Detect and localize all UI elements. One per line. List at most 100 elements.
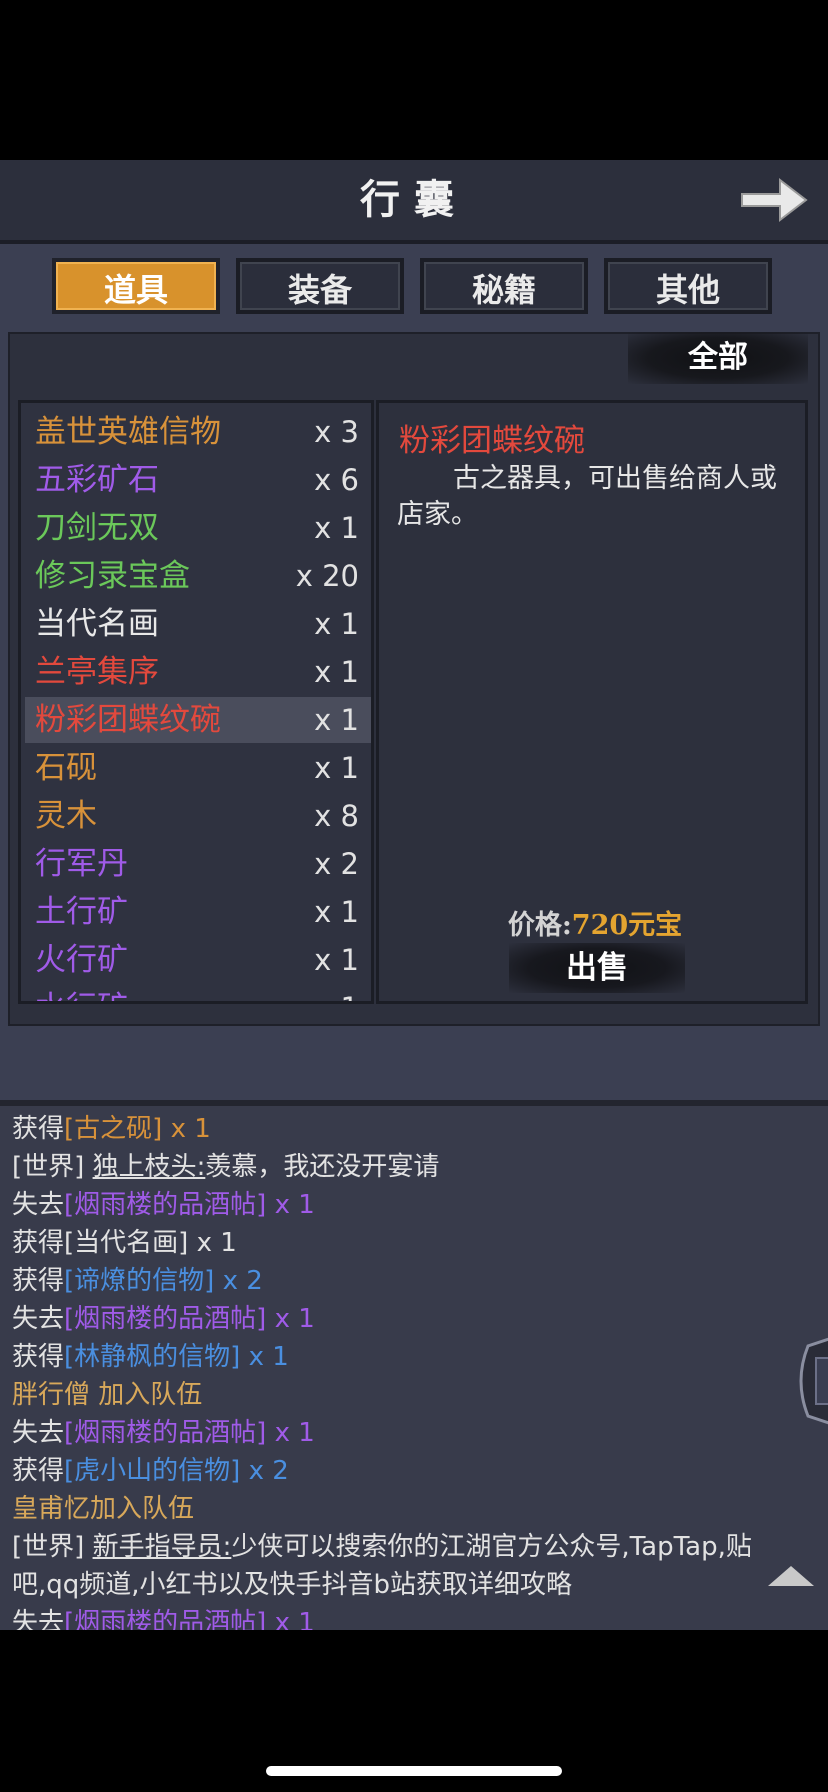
arrow-right-icon[interactable] [736, 168, 812, 232]
screen: 行囊 道具 装备 秘籍 其他 全部 盖世英雄信物 x 3 五彩矿石 x 6 刀剑无双 x … [0, 0, 828, 1792]
log-segment: 失去 [12, 1304, 65, 1334]
log-line: [世界] 独上枝头:羡慕，我还没开宴请 [12, 1148, 439, 1186]
page-title: 行囊 [360, 176, 468, 223]
log-segment: 获得 [12, 1228, 65, 1258]
item-quantity: x 1 [314, 607, 359, 641]
message-log[interactable]: 失去[烟雨楼的品酒帖] x 1 吧,qq频道,小红书以及快手抖音b站获取详细攻略[… [0, 1100, 828, 1630]
log-segment: [烟雨楼的品酒帖] x 1 [64, 1608, 315, 1630]
log-segment: [烟雨楼的品酒帖] x 1 [64, 1418, 315, 1448]
item-name: 五彩矿石 [35, 462, 159, 498]
item-quantity: x 1 [314, 511, 359, 545]
scroll-up-icon[interactable] [766, 1564, 816, 1588]
inventory-item[interactable]: 五彩矿石 x 6 [25, 457, 371, 503]
log-line: 失去[烟雨楼的品酒帖] x 1 [12, 1186, 315, 1224]
inventory-item[interactable]: 水行矿 x 1 [25, 985, 371, 1001]
log-line: 失去[烟雨楼的品酒帖] x 1 [12, 1414, 315, 1452]
log-segment: 失去 [12, 1608, 65, 1630]
item-quantity: x 3 [314, 415, 359, 449]
price-label: 价格: [507, 910, 572, 941]
sell-button[interactable]: 出售 [509, 943, 685, 993]
log-segment: 获得 [12, 1342, 65, 1372]
inventory-item[interactable]: 灵木 x 8 [25, 793, 371, 839]
inventory-item[interactable]: 火行矿 x 1 [25, 937, 371, 983]
item-quantity: x 1 [314, 943, 359, 977]
inventory-item[interactable]: 当代名画 x 1 [25, 601, 371, 647]
log-segment: 吧,qq频道,小红书以及快手抖音b站获取详细攻略 [12, 1570, 573, 1600]
inventory-item[interactable]: 修习录宝盒 x 20 [25, 553, 371, 599]
item-detail: 粉彩团蝶纹碗 古之器具，可出售给商人或店家。 价格:720元宝 出售 [376, 400, 808, 1004]
item-quantity: x 8 [314, 799, 359, 833]
item-quantity: x 6 [314, 463, 359, 497]
item-name: 盖世英雄信物 [35, 414, 221, 450]
filter-all-button[interactable]: 全部 [628, 332, 808, 384]
log-segment: 获得 [12, 1114, 65, 1144]
log-speaker[interactable]: 新手指导员: [93, 1532, 232, 1562]
tab-items[interactable]: 道具 [52, 258, 220, 314]
item-name: 土行矿 [35, 894, 128, 930]
log-segment: 失去 [12, 1418, 65, 1448]
inventory-item[interactable]: 粉彩团蝶纹碗 x 1 [25, 697, 371, 743]
item-quantity: x 1 [314, 655, 359, 689]
item-quantity: x 1 [314, 895, 359, 929]
log-segment: 羡慕，我还没开宴请 [205, 1152, 440, 1182]
log-line: 获得[当代名画] x 1 [12, 1224, 237, 1262]
item-name: 水行矿 [35, 985, 128, 1001]
log-line: 胖行僧 加入队伍 [12, 1376, 202, 1414]
item-quantity: x 2 [314, 847, 359, 881]
log-segment: [烟雨楼的品酒帖] x 1 [64, 1304, 315, 1334]
side-menu-icon[interactable] [794, 1336, 828, 1426]
log-segment: 少侠可以搜索你的江湖官方公众号,TapTap,贴 [231, 1532, 752, 1562]
log-segment: [虎小山的信物] x 2 [64, 1456, 289, 1486]
inventory-panel: 行囊 道具 装备 秘籍 其他 全部 盖世英雄信物 x 3 五彩矿石 x 6 刀剑无双 x … [0, 160, 828, 1630]
home-indicator[interactable] [266, 1766, 562, 1776]
log-segment: 获得 [12, 1266, 65, 1296]
price-value: 720元宝 [571, 910, 683, 941]
detail-item-name: 粉彩团蝶纹碗 [399, 423, 585, 459]
item-name: 刀剑无双 [35, 510, 159, 546]
log-segment: 失去 [12, 1190, 65, 1220]
log-line: [世界] 新手指导员:少侠可以搜索你的江湖官方公众号,TapTap,贴 [12, 1528, 752, 1566]
item-list[interactable]: 盖世英雄信物 x 3 五彩矿石 x 6 刀剑无双 x 1 修习录宝盒 x 20 当代名画 x 1兰… [18, 400, 374, 1004]
detail-description: 古之器具，可出售给商人或店家。 [397, 463, 777, 530]
log-segment: [林静枫的信物] x 1 [64, 1342, 289, 1372]
item-name: 修习录宝盒 [35, 558, 190, 594]
item-quantity: x 1 [314, 751, 359, 785]
log-line: 吧,qq频道,小红书以及快手抖音b站获取详细攻略 [12, 1566, 572, 1604]
item-name: 兰亭集序 [35, 654, 159, 690]
tab-manuals[interactable]: 秘籍 [420, 258, 588, 314]
inventory-item[interactable]: 行军丹 x 2 [25, 841, 371, 887]
log-segment: [古之砚] x 1 [64, 1114, 211, 1144]
title-bar: 行囊 [0, 160, 828, 244]
log-segment: [谛燎的信物] x 2 [64, 1266, 263, 1296]
log-line: 皇甫忆加入队伍 [12, 1490, 194, 1528]
log-line: 获得[林静枫的信物] x 1 [12, 1338, 289, 1376]
inventory-item[interactable]: 刀剑无双 x 1 [25, 505, 371, 551]
item-name: 石砚 [35, 750, 97, 786]
inventory-item[interactable]: 石砚 x 1 [25, 745, 371, 791]
inventory-item[interactable]: 兰亭集序 x 1 [25, 649, 371, 695]
log-line: 获得[虎小山的信物] x 2 [12, 1452, 289, 1490]
log-segment: [当代名画] x 1 [64, 1228, 237, 1258]
log-segment: 获得 [12, 1456, 65, 1486]
log-line: 失去[烟雨楼的品酒帖] x 1 [12, 1300, 315, 1338]
inventory-item[interactable]: 盖世英雄信物 x 3 [25, 409, 371, 455]
item-name: 当代名画 [35, 606, 159, 642]
tab-equipment[interactable]: 装备 [236, 258, 404, 314]
item-quantity: x 20 [295, 559, 359, 593]
item-quantity: x 1 [314, 985, 359, 1001]
item-name: 灵木 [35, 798, 97, 834]
log-line: 获得[谛燎的信物] x 2 [12, 1262, 263, 1300]
log-segment: 胖行僧 加入队伍 [12, 1380, 203, 1410]
inventory-item[interactable]: 土行矿 x 1 [25, 889, 371, 935]
item-name: 行军丹 [35, 846, 128, 882]
tab-other[interactable]: 其他 [604, 258, 772, 314]
log-segment: [世界] [12, 1532, 93, 1562]
log-segment: [烟雨楼的品酒帖] x 1 [64, 1190, 315, 1220]
log-line: 失去[烟雨楼的品酒帖] x 1 [12, 1604, 315, 1630]
price-row: 价格:720元宝 [379, 903, 811, 942]
log-segment: 皇甫忆加入队伍 [12, 1494, 195, 1524]
item-quantity: x 1 [314, 703, 359, 737]
item-name: 粉彩团蝶纹碗 [35, 702, 221, 738]
log-speaker[interactable]: 独上枝头: [93, 1152, 206, 1182]
item-name: 火行矿 [35, 942, 128, 978]
